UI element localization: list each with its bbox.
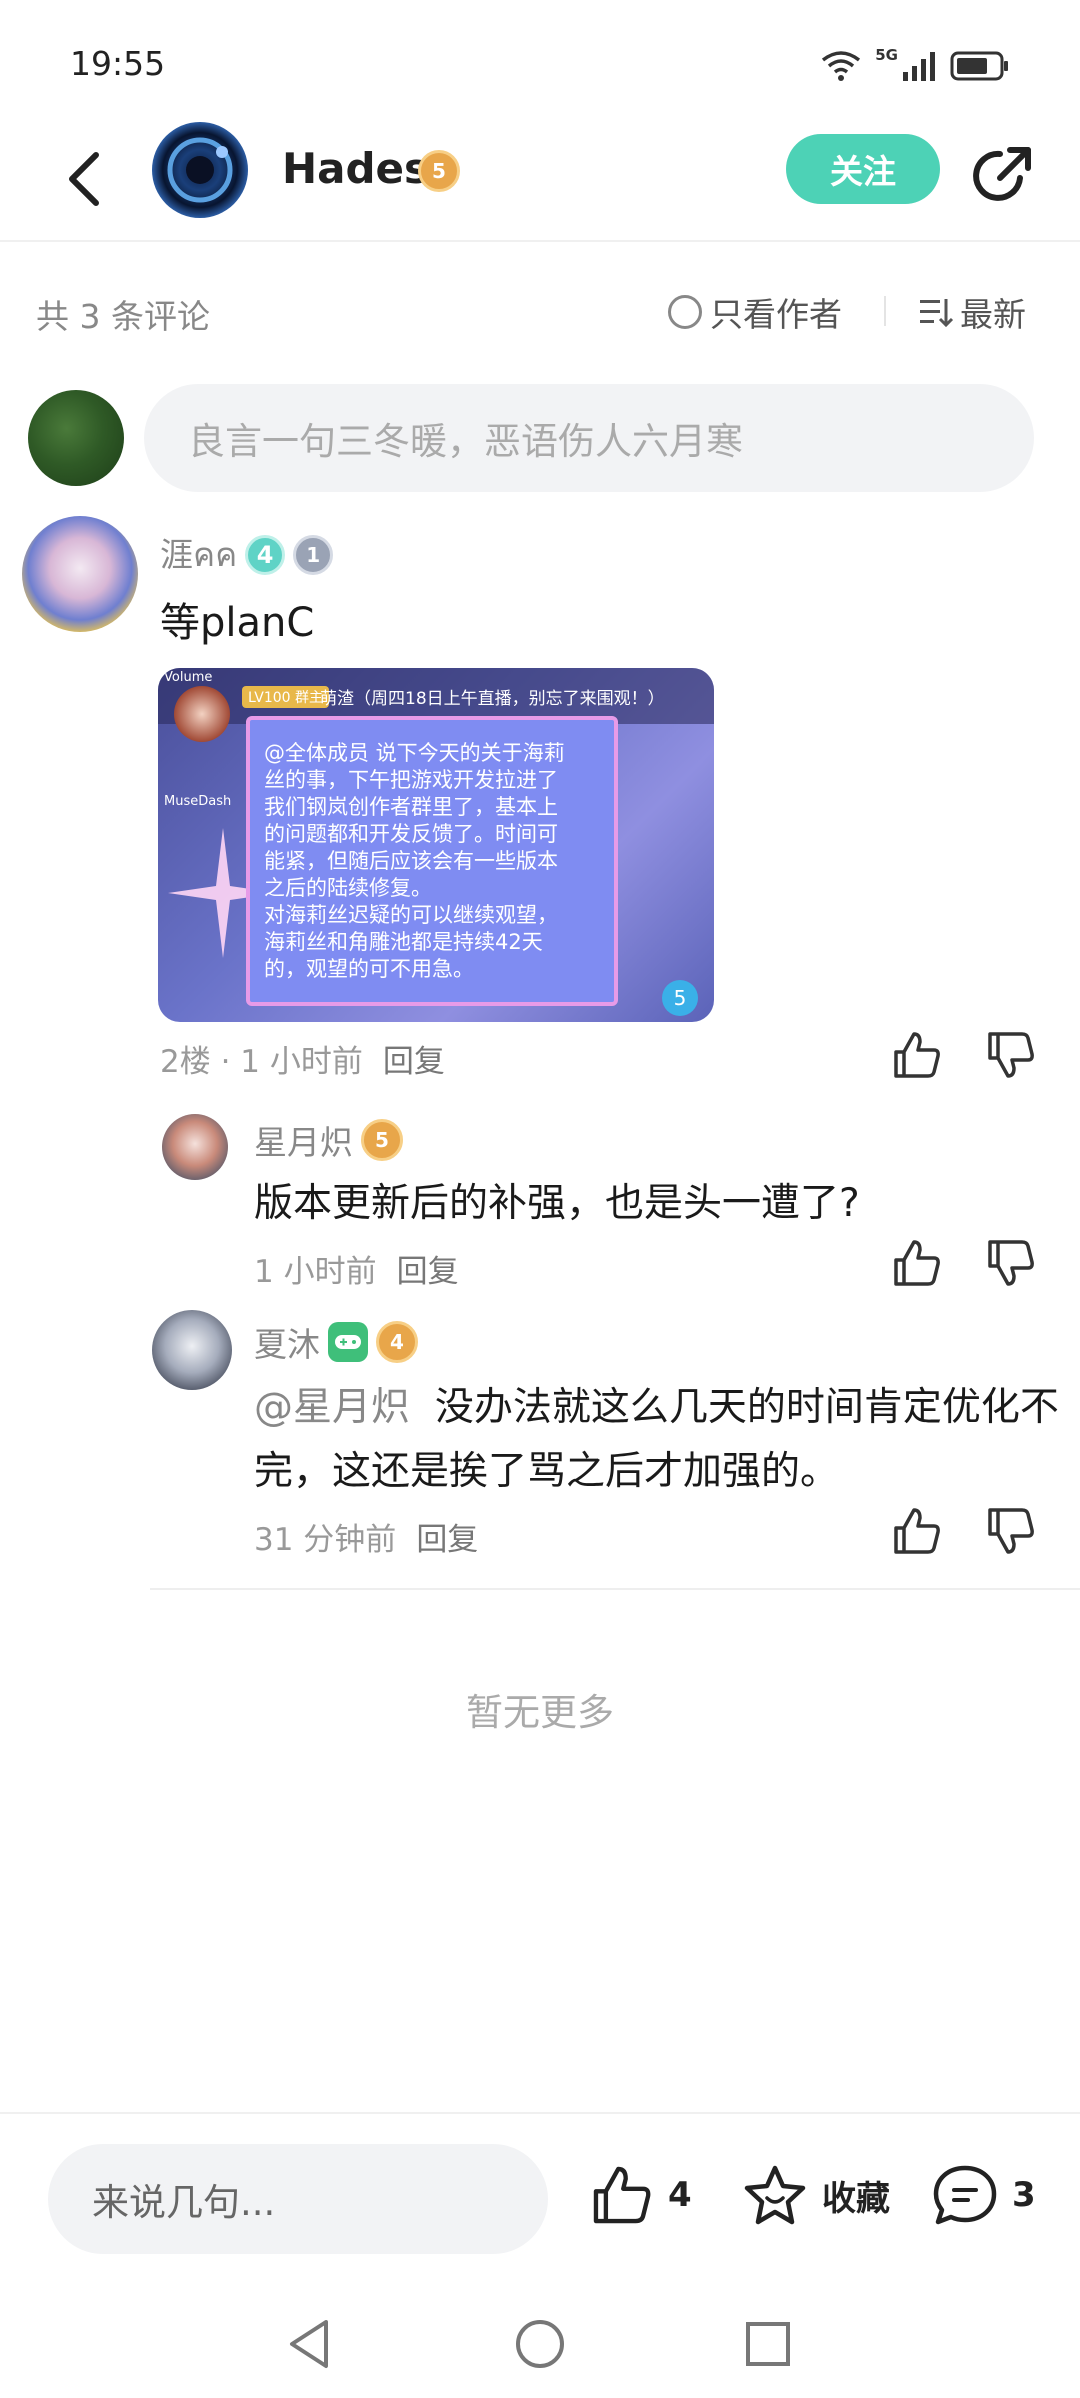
- image-volume-label: Volume: [164, 670, 213, 685]
- reply-text: @星月炽 没办法就这么几天的时间肯定优化不完，这还是挨了骂之后才加强的。: [254, 1376, 1080, 1504]
- reply-button[interactable]: 回复: [397, 1246, 459, 1291]
- nav-home-icon[interactable]: [508, 2312, 572, 2376]
- bottom-action-bar: 来说几句... 4 收藏 3: [0, 2112, 1080, 2288]
- thumbs-up-icon[interactable]: [892, 1238, 942, 1288]
- image-message-text: @全体成员 说下今天的关于海莉 丝的事，下午把游戏开发拉进了 我们钢岚创作者群里…: [264, 741, 565, 981]
- reply-mention[interactable]: @星月炽: [254, 1385, 410, 1430]
- favorite-button[interactable]: 收藏: [742, 2164, 890, 2226]
- image-count-badge: 5: [662, 980, 698, 1016]
- filter-divider: [884, 296, 886, 326]
- level-badge: 4: [376, 1321, 418, 1363]
- fan-badge-number: 4: [256, 540, 274, 569]
- battery-icon: [950, 51, 1008, 81]
- filter-row: 共 3 条评论 只看作者 最新: [0, 270, 1080, 350]
- image-side-label: MuseDash: [164, 794, 232, 809]
- author-name[interactable]: Hades: [282, 144, 429, 193]
- reply-author-name[interactable]: 夏沐: [254, 1318, 320, 1366]
- comment-meta: 2楼 · 1 小时前 回复: [160, 1036, 445, 1081]
- like-button[interactable]: 4: [590, 2164, 692, 2226]
- thumbs-up-icon: [593, 2166, 651, 2224]
- image-portrait: [174, 686, 230, 742]
- radio-icon: [668, 295, 702, 329]
- favorite-label: 收藏: [822, 2178, 890, 2219]
- thumbs-down-icon[interactable]: [986, 1506, 1036, 1556]
- reply-button[interactable]: 回复: [416, 1514, 478, 1559]
- status-icons: 5G: [821, 46, 1010, 86]
- comment-image[interactable]: Volume LV100 群主 萌渣（周四18日上午直播，别忘了来围观！） Mu…: [158, 668, 714, 1022]
- wifi-icon: [822, 51, 861, 81]
- sort-icon: [920, 299, 954, 328]
- thumbs-down-icon[interactable]: [986, 1238, 1036, 1288]
- network-label: 5G: [875, 46, 898, 64]
- thumbs-up-icon[interactable]: [892, 1030, 942, 1080]
- comment-icon: [933, 2165, 997, 2225]
- status-time: 19:55: [70, 44, 166, 83]
- level-number: 5: [375, 1128, 389, 1152]
- avatar-art: [167, 137, 233, 203]
- gamepad-icon: [328, 1322, 368, 1362]
- star-icon: [744, 2165, 806, 2225]
- sort-label: 最新: [960, 295, 1026, 334]
- reply-time: 31 分钟前: [254, 1522, 397, 1558]
- share-button[interactable]: [970, 142, 1036, 208]
- back-icon: [69, 152, 99, 206]
- comment-author-name[interactable]: 涯คค: [160, 528, 237, 581]
- comment-count-bottom: 3: [1012, 2175, 1036, 2215]
- reply-author: 星月炽 5: [254, 1116, 403, 1164]
- reply-vote: [892, 1506, 1036, 1556]
- status-bar: 19:55 5G: [0, 0, 1080, 120]
- image-message-panel: @全体成员 说下今天的关于海莉 丝的事，下午把游戏开发拉进了 我们钢岚创作者群里…: [246, 716, 618, 1006]
- level-number: 4: [390, 1330, 404, 1354]
- thumbs-up-icon[interactable]: [892, 1506, 942, 1556]
- reply-author-name[interactable]: 星月炽: [254, 1116, 353, 1164]
- comment-vote: [892, 1030, 1036, 1080]
- level-badge: 5: [361, 1119, 403, 1161]
- comment-avatar[interactable]: [22, 516, 138, 632]
- level-number: 5: [432, 159, 446, 183]
- reply-text: 版本更新后的补强，也是头一遭了?: [254, 1181, 860, 1226]
- author-only-toggle[interactable]: 只看作者: [668, 288, 842, 336]
- author-avatar[interactable]: [152, 122, 248, 218]
- top-header: Hades 5 关注: [0, 120, 1080, 242]
- reply-avatar[interactable]: [162, 1114, 228, 1180]
- thumbs-down-icon[interactable]: [986, 1030, 1036, 1080]
- reply-author: 夏沐 4: [254, 1318, 418, 1366]
- back-button[interactable]: [54, 144, 114, 214]
- image-lv-tag: LV100 群主: [242, 686, 330, 708]
- signal-icon: [903, 52, 935, 81]
- image-header-text: 萌渣（周四18日上午直播，别忘了来围观！）: [320, 689, 665, 709]
- no-more-label: 暂无更多: [466, 1691, 614, 1734]
- level-badge: 1: [293, 534, 334, 575]
- system-nav-bar: [0, 2288, 1080, 2398]
- reply-avatar[interactable]: [152, 1310, 232, 1390]
- my-avatar: [28, 390, 124, 486]
- comment-text: 等planC: [160, 600, 315, 646]
- follow-button[interactable]: 关注: [786, 134, 940, 204]
- author-only-label: 只看作者: [710, 295, 842, 334]
- comment-floor-time: 2楼 · 1 小时前: [160, 1044, 363, 1080]
- fan-badge: 4: [245, 534, 286, 575]
- like-count: 4: [668, 2175, 692, 2215]
- nav-recents-icon[interactable]: [736, 2312, 800, 2376]
- nav-back-icon[interactable]: [278, 2312, 342, 2376]
- reply-button[interactable]: 回复: [383, 1036, 445, 1081]
- reply-vote: [892, 1238, 1036, 1288]
- bottom-comment-input[interactable]: 来说几句...: [48, 2144, 548, 2254]
- level-number: 1: [306, 542, 321, 567]
- reply-meta: 31 分钟前 回复: [254, 1514, 478, 1559]
- comment-button[interactable]: 3: [932, 2164, 1036, 2226]
- comment-count: 共 3 条评论: [36, 297, 210, 336]
- thread-divider: [150, 1588, 1080, 1590]
- comment-author: 涯คค 4 1: [160, 528, 334, 581]
- reply-meta: 1 小时前 回复: [254, 1246, 459, 1291]
- reply-time: 1 小时前: [254, 1254, 377, 1290]
- comment-input[interactable]: 良言一句三冬暖，恶语伤人六月寒: [144, 384, 1034, 492]
- sort-button[interactable]: 最新: [918, 288, 1026, 336]
- share-icon: [973, 147, 1031, 201]
- level-badge: 5: [418, 150, 460, 192]
- gamepad-glyph: [335, 1335, 361, 1349]
